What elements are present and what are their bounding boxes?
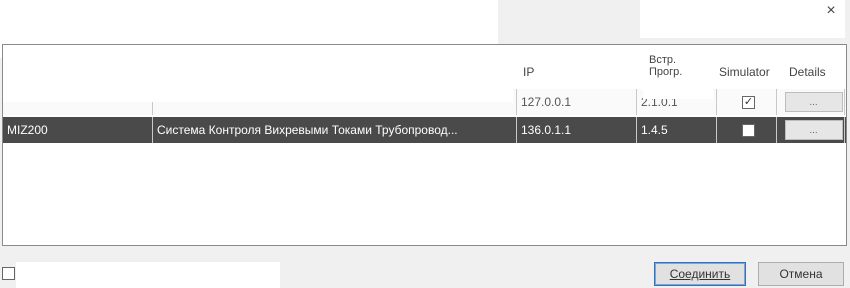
- cancel-button-label: Отмена: [779, 267, 823, 281]
- connect-dialog: × IP Встр. Прогр. Simulator Details 127.…: [0, 0, 850, 288]
- redacted-area: [640, 0, 845, 38]
- redacted-area: [643, 89, 713, 99]
- simulator-checkbox[interactable]: ✓: [742, 95, 755, 109]
- table-row[interactable]: 127.0.0.1 2.1.0.1 ✓ ...: [3, 89, 846, 115]
- device-firmware: 1.4.5: [637, 117, 717, 143]
- checkmark-icon: ✓: [743, 95, 754, 108]
- header-firmware-line1: Встр.: [649, 54, 677, 66]
- header-details: Details: [789, 65, 826, 79]
- simulator-checkbox[interactable]: [742, 123, 755, 137]
- redacted-area: [153, 89, 513, 102]
- connect-button-label: Соединить: [669, 267, 731, 281]
- header-ip: IP: [523, 65, 535, 79]
- details-cell: ...: [779, 89, 845, 115]
- table-row-selected[interactable]: MIZ200 Система Контроля Вихревыми Токами…: [3, 117, 846, 143]
- close-icon[interactable]: ×: [818, 0, 844, 22]
- device-description: Система Контроля Вихревыми Токами Трубоп…: [153, 117, 517, 143]
- device-name: MIZ200: [3, 117, 153, 143]
- cancel-button[interactable]: Отмена: [758, 262, 844, 286]
- header-firmware-line2: Прогр.: [649, 66, 683, 78]
- table-header: IP Встр. Прогр. Simulator Details: [3, 45, 846, 87]
- redacted-area: [16, 262, 280, 288]
- simulator-cell: ✓: [717, 89, 777, 115]
- simulator-cell: [717, 117, 777, 143]
- device-ip: 127.0.0.1: [517, 89, 637, 115]
- connect-button[interactable]: Соединить: [654, 262, 746, 286]
- header-firmware: Встр. Прогр.: [649, 45, 682, 87]
- device-ip: 136.0.1.1: [517, 117, 637, 143]
- details-button[interactable]: ...: [784, 92, 843, 112]
- header-simulator: Simulator: [719, 65, 770, 79]
- details-button[interactable]: ...: [784, 120, 843, 140]
- device-table: IP Встр. Прогр. Simulator Details 127.0.…: [2, 44, 847, 246]
- redacted-area: [3, 89, 153, 102]
- details-cell: ...: [779, 117, 845, 143]
- option-checkbox[interactable]: [2, 267, 15, 280]
